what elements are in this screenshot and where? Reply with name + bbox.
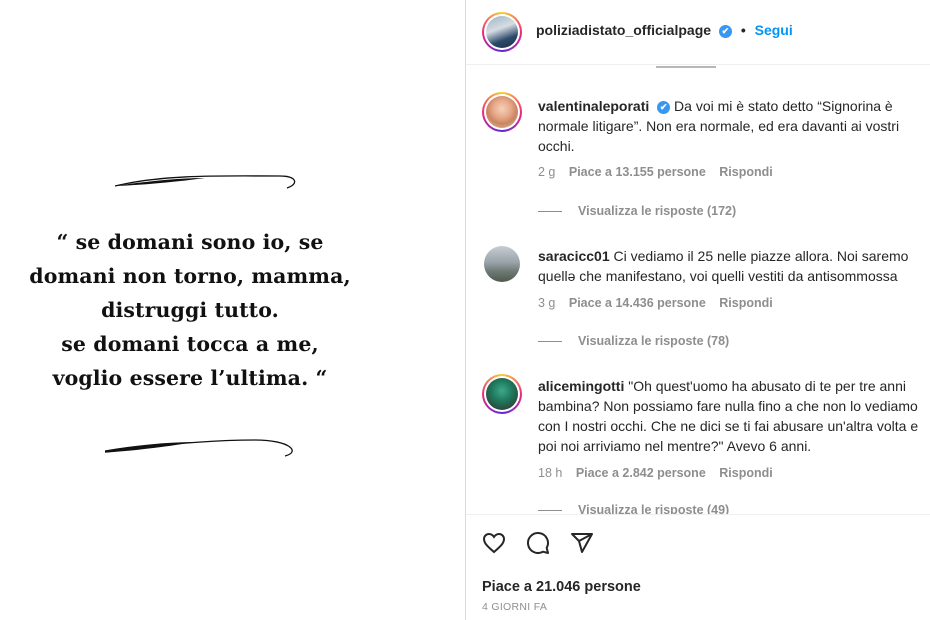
comment-line: normale litigare”. Non era normale, ed e…	[538, 118, 900, 134]
comment-line: quellə che manifestano, voi quelli vesti…	[538, 268, 898, 284]
follow-button[interactable]: Segui	[755, 22, 793, 38]
view-replies-button[interactable]: Visualizza le risposte (172)	[538, 204, 736, 218]
comment-line: occhi.	[538, 138, 575, 154]
comment-time[interactable]: 2 g	[538, 165, 555, 179]
quote-line: distruggi tutto.	[101, 298, 279, 322]
verified-icon: ✔	[657, 101, 671, 114]
comment-time[interactable]: 3 g	[538, 296, 555, 310]
comment-likes[interactable]: Piace a 2.842 persone	[576, 466, 706, 480]
view-replies-button[interactable]: Visualizza le risposte (78)	[538, 334, 729, 348]
comment-meta: 18 h Piace a 2.842 persone Rispondi	[538, 466, 773, 480]
comment-text: valentinaleporati ✔ Da voi mi è stato de…	[538, 96, 930, 156]
comment-line: Ci vediamo il 25 nelle piazze allora. No…	[613, 248, 909, 264]
comment-line: "Oh quest'uomo ha abusato di te per tre …	[628, 378, 906, 394]
heart-icon[interactable]	[482, 531, 506, 555]
replies-line	[538, 211, 562, 213]
comments-panel: poliziadistato_officialpage ✔ • Segui va…	[465, 0, 930, 620]
view-replies-label: Visualizza le risposte (78)	[578, 334, 730, 348]
quote-line: voglio essere l’ultima. “	[52, 366, 328, 390]
reply-button[interactable]: Rispondi	[719, 296, 772, 310]
post-header: poliziadistato_officialpage ✔ • Segui	[466, 0, 930, 65]
comment-text: alicemingotti "Oh quest'uomo ha abusato …	[538, 376, 930, 456]
commenter-avatar[interactable]	[484, 246, 520, 282]
flourish-top	[114, 175, 296, 189]
quote-text: “ se domani sono io, se domani non torno…	[0, 225, 380, 395]
comment-likes[interactable]: Piace a 14.436 persone	[569, 296, 706, 310]
replies-line	[538, 341, 562, 343]
comment-username[interactable]: saracicc01	[538, 248, 610, 264]
post-actions: Piace a 21.046 persone 4 GIORNI FA	[466, 514, 930, 620]
commenter-avatar[interactable]	[482, 92, 522, 132]
share-icon[interactable]	[570, 531, 594, 555]
comment-username[interactable]: alicemingotti	[538, 378, 624, 394]
author-avatar[interactable]	[482, 12, 522, 52]
comment-icon[interactable]	[526, 531, 550, 555]
replies-line	[538, 510, 562, 512]
verified-icon: ✔	[718, 25, 732, 38]
comment-username[interactable]: valentinaleporati	[538, 98, 649, 114]
view-replies-label: Visualizza le risposte (172)	[578, 204, 737, 218]
comment-line: Da voi mi è stato detto “Signorina è	[674, 98, 893, 114]
flourish-bottom	[105, 439, 293, 457]
comment-text: saracicc01 Ci vediamo il 25 nelle piazze…	[538, 246, 930, 286]
reply-button[interactable]: Rispondi	[719, 165, 772, 179]
reply-button[interactable]: Rispondi	[719, 466, 772, 480]
comment-likes[interactable]: Piace a 13.155 persone	[569, 165, 706, 179]
author-username[interactable]: poliziadistato_officialpage	[536, 22, 711, 38]
comment-meta: 2 g Piace a 13.155 persone Rispondi	[538, 165, 773, 179]
quote-line: “ se domani sono io, se	[56, 230, 324, 254]
comment-meta: 3 g Piace a 14.436 persone Rispondi	[538, 296, 773, 310]
comment-time[interactable]: 18 h	[538, 466, 562, 480]
commenter-avatar[interactable]	[482, 374, 522, 414]
comment-line: poi noi arriviamo nel mentre?" Avevo 6 a…	[538, 438, 812, 454]
cut-text	[656, 64, 756, 68]
post-timestamp: 4 GIORNI FA	[482, 601, 548, 613]
comment-line: con I nostri occhi. Che ne dici se ti fa…	[538, 418, 919, 434]
separator-dot: •	[740, 22, 746, 38]
post-image: “ se domani sono io, se domani non torno…	[0, 0, 465, 620]
comment-line: bambina? Non possiamo fare nulla fino a …	[538, 398, 918, 414]
quote-line: domani non torno, mamma,	[29, 264, 351, 288]
quote-line: se domani tocca a me,	[61, 332, 319, 356]
post-likes[interactable]: Piace a 21.046 persone	[482, 579, 641, 595]
author-line: poliziadistato_officialpage ✔ • Segui	[536, 22, 793, 38]
